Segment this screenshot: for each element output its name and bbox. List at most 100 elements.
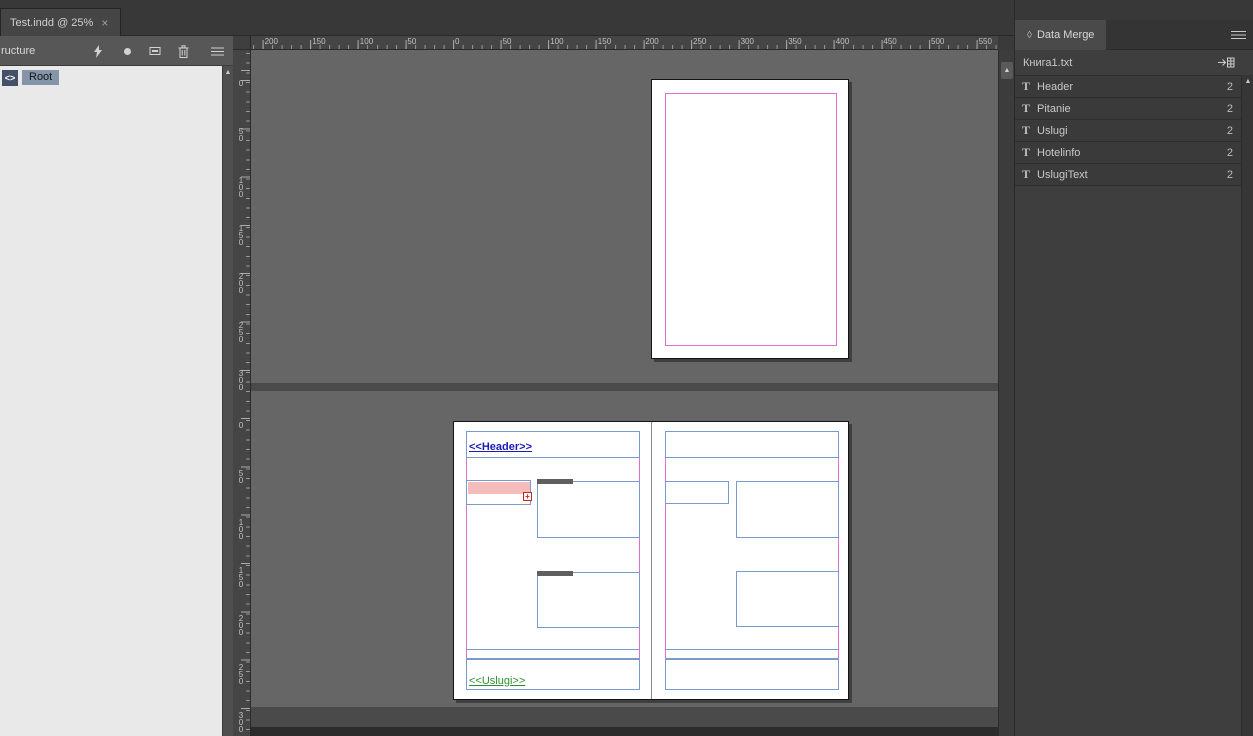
- ruler-label: 250: [693, 37, 707, 46]
- data-merge-field-count: 2: [1226, 102, 1233, 115]
- structure-root-label: Root: [22, 70, 60, 85]
- ruler-label: 2 0 0: [238, 614, 244, 638]
- spread-pages-2-3[interactable]: <<Header>> + <<Uslugi>>: [453, 421, 849, 700]
- vertical-scrollbar[interactable]: ▲: [998, 50, 1014, 736]
- document-tab-label: Test.indd @ 25%: [10, 16, 94, 29]
- horizontal-ruler[interactable]: 200 150 100 50 0 50 100 150 200 250 300 350 400 450 50…: [251, 36, 998, 50]
- data-merge-field-row[interactable]: T Pitanie 2: [1015, 98, 1241, 120]
- xml-element-icon: <>: [2, 69, 18, 86]
- horizontal-scrollbar[interactable]: [251, 727, 998, 736]
- tab-data-merge[interactable]: ◊ Data Merge: [1015, 20, 1107, 50]
- header-merge-placeholder: <<Header>>: [469, 441, 532, 453]
- image-frame[interactable]: [736, 571, 839, 627]
- overset-text-indicator[interactable]: +: [523, 492, 532, 501]
- ruler-label: 5 0: [238, 469, 244, 486]
- data-source-icon: [1218, 57, 1241, 68]
- ruler-label: 1 0 0: [238, 517, 244, 541]
- close-tab-icon[interactable]: ×: [101, 17, 108, 29]
- indesign-window: Test.indd @ 25% × ructure <> Root ▲ 200 …: [0, 0, 1253, 736]
- data-merge-tab-label: Data Merge: [1036, 29, 1095, 41]
- data-merge-body: Книга1.txt T Header 2 T Pitanie 2 T Uslugi 2 T Hot…: [1015, 50, 1253, 736]
- ruler-label: 3 0 0: [238, 368, 244, 392]
- frame-label-bar: [537, 571, 573, 576]
- ruler-label: 350: [788, 37, 802, 46]
- highlighted-field-frame[interactable]: +: [466, 480, 532, 505]
- text-frame[interactable]: [665, 659, 839, 690]
- ruler-label: 150: [597, 37, 612, 46]
- panel-tab-row: ◊ Data Merge: [1015, 20, 1253, 50]
- ruler-label: 0: [238, 421, 244, 430]
- structure-panel-title: ructure: [1, 44, 36, 57]
- add-element-icon[interactable]: [119, 44, 135, 58]
- vertical-ruler[interactable]: 0 5 0 1 0 0 1 5 0 2 0 0 2 5 0 3 0 0 0 5 0 1 0 0 1 …: [233, 50, 251, 736]
- ruler-label: 0: [455, 37, 460, 46]
- pasteboard-bottom-band: [251, 707, 998, 727]
- scroll-up-icon[interactable]: ▲: [1242, 78, 1253, 85]
- data-merge-field-list: T Header 2 T Pitanie 2 T Uslugi 2 T Hotelinfo 2 T Usl…: [1015, 75, 1241, 186]
- data-source-filename: Книга1.txt: [1023, 56, 1073, 69]
- ruler-label: 300: [740, 37, 754, 46]
- text-frame-rule: [466, 649, 640, 659]
- panel-collapse-icon: ◊: [1027, 29, 1032, 41]
- ruler-label: 150: [312, 37, 326, 46]
- spread-gap-band: [251, 383, 998, 391]
- validate-flash-icon[interactable]: [90, 44, 106, 58]
- ruler-label: 400: [835, 37, 850, 46]
- page-1[interactable]: [651, 79, 849, 359]
- add-attribute-icon[interactable]: [147, 44, 163, 58]
- ruler-label: 1 5 0: [238, 223, 244, 247]
- panel-scrollbar[interactable]: ▲: [1241, 75, 1253, 736]
- structure-panel-menu-icon[interactable]: [209, 44, 225, 58]
- data-field-highlight: [468, 482, 530, 494]
- structure-panel: ructure <> Root ▲: [0, 36, 233, 736]
- text-field-type-icon: T: [1021, 79, 1030, 93]
- structure-scrollbar[interactable]: ▲: [222, 66, 233, 736]
- panel-menu-icon[interactable]: [1231, 30, 1246, 40]
- margin-guide: [665, 93, 837, 346]
- document-tab[interactable]: Test.indd @ 25% ×: [0, 8, 121, 36]
- trash-icon[interactable]: [175, 44, 191, 58]
- ruler-label: 100: [359, 37, 374, 46]
- data-merge-field-row[interactable]: T Header 2: [1015, 76, 1241, 98]
- structure-root-node[interactable]: <> Root: [2, 69, 60, 86]
- data-merge-field-count: 2: [1226, 168, 1233, 181]
- ruler-label: 0: [238, 79, 244, 88]
- text-field-type-icon: T: [1021, 101, 1030, 115]
- image-frame[interactable]: [537, 481, 640, 538]
- uslugi-merge-placeholder: <<Uslugi>>: [469, 675, 526, 687]
- data-merge-field-row[interactable]: T Hotelinfo 2: [1015, 142, 1241, 164]
- text-frame-rule: [665, 649, 839, 659]
- frame-label-bar: [537, 479, 573, 484]
- data-merge-field-name: Pitanie: [1037, 102, 1071, 115]
- ruler-label: 3 0 0: [238, 710, 244, 734]
- ruler-label: 550: [978, 37, 992, 46]
- ruler-origin-corner[interactable]: [233, 36, 251, 50]
- data-merge-field-row[interactable]: T Uslugi 2: [1015, 120, 1241, 142]
- data-merge-field-count: 2: [1226, 146, 1233, 159]
- data-source-row[interactable]: Книга1.txt: [1015, 50, 1241, 75]
- ruler-label: 100: [550, 37, 564, 46]
- ruler-label: 2 0 0: [238, 272, 244, 296]
- structure-tree: <> Root: [0, 66, 222, 736]
- ruler-label: 2 5 0: [238, 662, 244, 686]
- data-merge-field-row[interactable]: T UslugiText 2: [1015, 164, 1241, 186]
- header-text-frame[interactable]: [665, 431, 839, 458]
- ruler-label: 2 5 0: [238, 320, 244, 344]
- scroll-up-icon[interactable]: ▲: [223, 69, 233, 76]
- ruler-label: 200: [264, 37, 278, 46]
- spread-spine: [651, 422, 652, 699]
- image-frame[interactable]: [736, 481, 839, 538]
- scroll-up-button[interactable]: ▲: [1001, 62, 1013, 79]
- ruler-label: 1 5 0: [238, 565, 244, 589]
- data-merge-field-name: Header: [1037, 80, 1074, 93]
- ruler-label: 5 0: [238, 127, 244, 144]
- text-frame[interactable]: [665, 481, 729, 504]
- header-text-frame[interactable]: <<Header>>: [466, 431, 640, 458]
- text-field-type-icon: T: [1021, 167, 1030, 181]
- uslugi-text-frame[interactable]: <<Uslugi>>: [466, 659, 640, 690]
- text-field-type-icon: T: [1021, 123, 1030, 137]
- image-frame[interactable]: [537, 572, 640, 628]
- ruler-label: 50: [407, 37, 417, 46]
- ruler-label: 1 0 0: [238, 175, 244, 199]
- pasteboard: <<Header>> + <<Uslugi>>: [251, 50, 998, 736]
